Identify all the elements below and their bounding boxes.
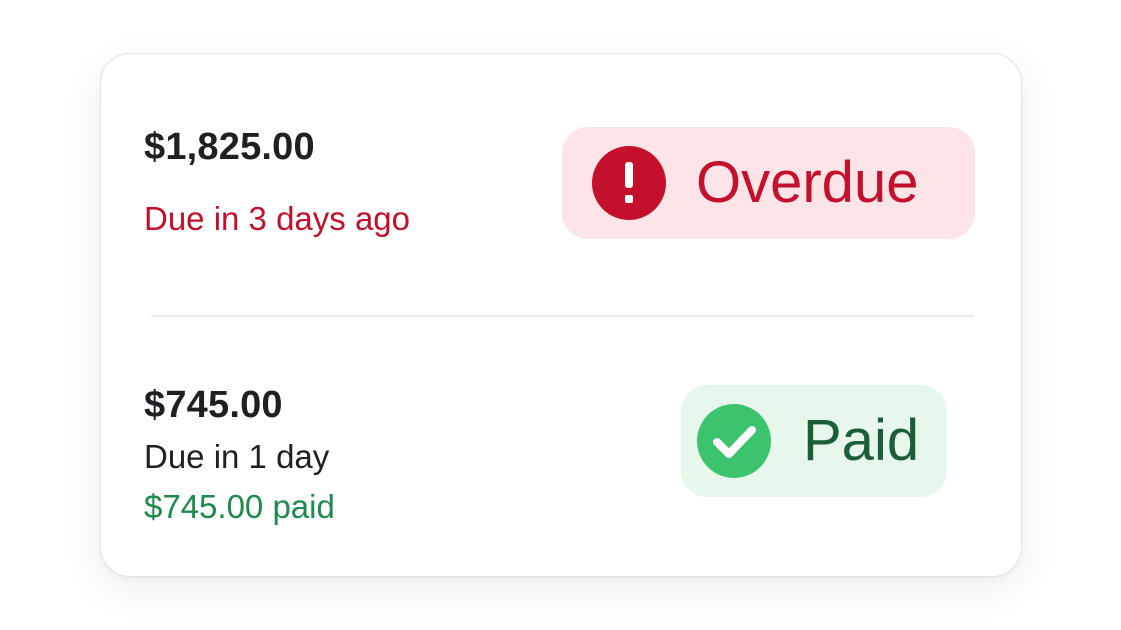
status-badge-overdue: Overdue	[562, 127, 975, 239]
status-badge-paid: Paid	[681, 385, 947, 497]
due-date-text: Due in 3 days ago	[144, 200, 411, 237]
invoice-amount: $1,825.00	[144, 126, 315, 168]
invoice-amount: $745.00	[144, 384, 283, 426]
invoice-row-paid[interactable]: $745.00 Due in 1 day $745.00 paid Paid	[101, 316, 1021, 578]
status-badge-label: Overdue	[696, 150, 919, 215]
status-badge-label: Paid	[803, 408, 920, 473]
paid-amount-text: $745.00 paid	[144, 488, 335, 525]
invoice-row-overdue[interactable]: $1,825.00 Due in 3 days ago Overdue	[101, 54, 1021, 316]
check-circle-icon	[697, 404, 771, 478]
invoice-card: $1,825.00 Due in 3 days ago Overdue $745…	[100, 53, 1022, 577]
alert-circle-icon	[592, 146, 666, 220]
due-date-text: Due in 1 day	[144, 438, 330, 475]
